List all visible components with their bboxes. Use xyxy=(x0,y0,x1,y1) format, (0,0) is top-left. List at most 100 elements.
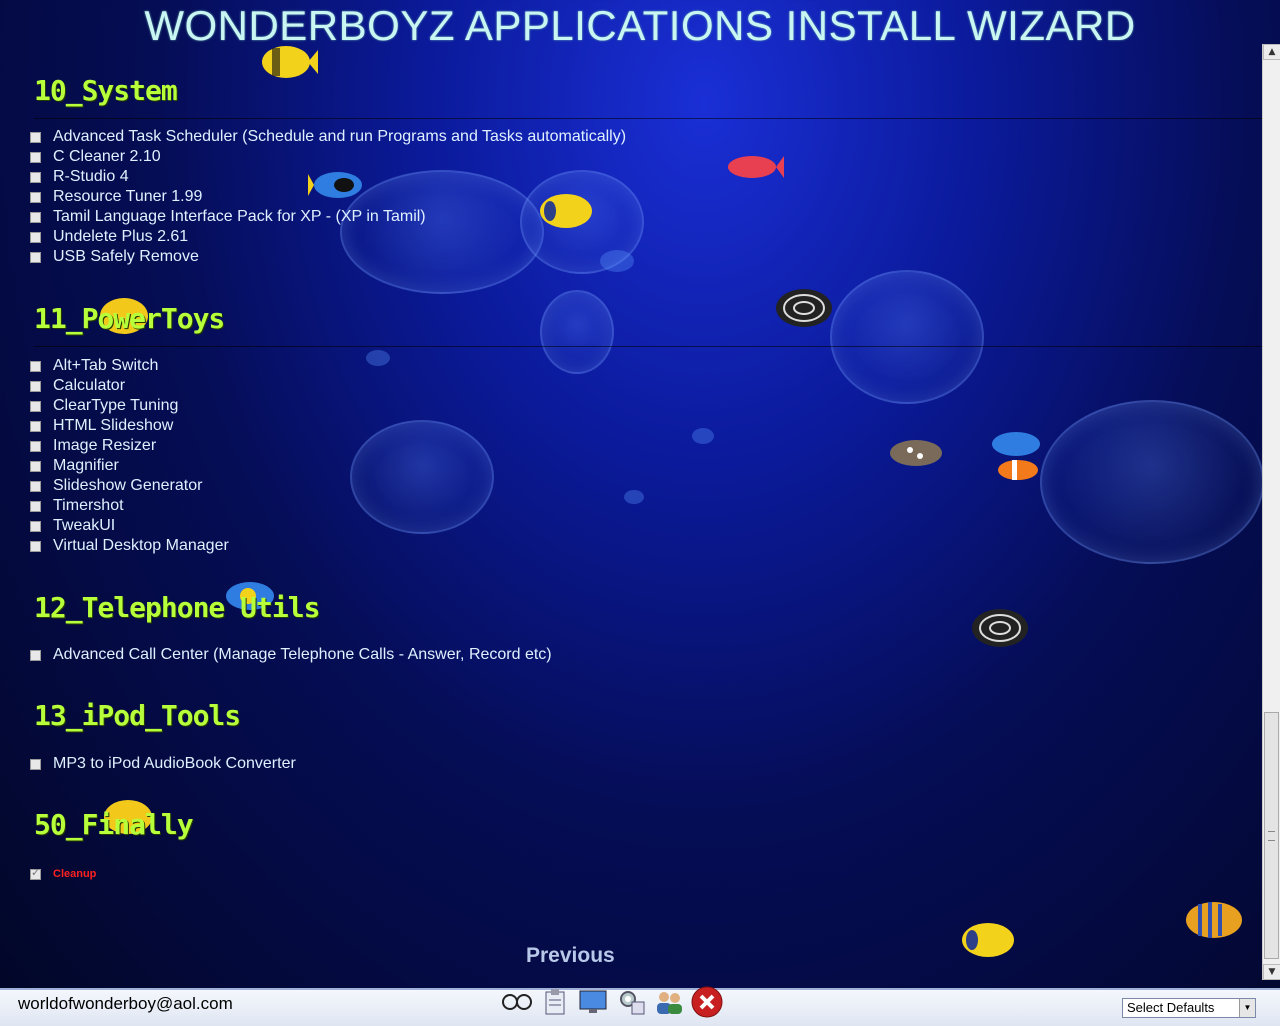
list-item[interactable]: Resource Tuner 1.99 xyxy=(30,187,202,207)
checkbox[interactable] xyxy=(30,758,41,770)
fish-icon xyxy=(308,172,362,198)
checkbox[interactable] xyxy=(30,131,41,143)
item-label: R-Studio 4 xyxy=(53,168,129,185)
item-label: Image Resizer xyxy=(53,437,157,454)
list-item[interactable]: Undelete Plus 2.61 xyxy=(30,227,188,247)
page-title: WONDERBOYZ APPLICATIONS INSTALL WIZARD xyxy=(144,2,1136,49)
checkbox[interactable] xyxy=(30,400,41,412)
checkbox[interactable] xyxy=(30,380,41,392)
list-item[interactable]: HTML Slideshow xyxy=(30,416,173,436)
section-divider xyxy=(34,346,1262,347)
chevron-down-icon[interactable]: ▼ xyxy=(1239,999,1255,1017)
item-label: Magnifier xyxy=(53,457,119,474)
defaults-select-value: Select Defaults xyxy=(1127,1000,1215,1015)
checkbox[interactable] xyxy=(30,649,41,661)
checkbox[interactable] xyxy=(30,211,41,223)
toolbar xyxy=(500,984,724,1020)
vertical-scrollbar[interactable]: ▲ ▼ xyxy=(1262,44,1280,980)
jellyfish-decoration xyxy=(340,170,544,294)
item-label: Tamil Language Interface Pack for XP - (… xyxy=(53,208,426,225)
item-label: MP3 to iPod AudioBook Converter xyxy=(53,755,296,772)
bubble-decoration xyxy=(624,490,644,504)
item-label: Undelete Plus 2.61 xyxy=(53,228,189,245)
item-label: HTML Slideshow xyxy=(53,417,174,434)
item-label: Advanced Call Center (Manage Telephone C… xyxy=(53,646,552,663)
checkbox[interactable] xyxy=(30,251,41,263)
item-label: Timershot xyxy=(53,497,124,514)
list-item[interactable]: Advanced Task Scheduler (Schedule and ru… xyxy=(30,127,626,147)
fish-icon xyxy=(1186,902,1242,938)
jellyfish-decoration xyxy=(540,290,614,374)
list-item[interactable]: Alt+Tab Switch xyxy=(30,356,158,376)
item-label: C Cleaner 2.10 xyxy=(53,148,161,165)
item-label: ClearType Tuning xyxy=(53,397,179,414)
bottom-bar: worldofwonderboy@aol.com Select Defaults… xyxy=(0,986,1280,1026)
section-divider xyxy=(34,118,1262,119)
users-icon[interactable] xyxy=(652,985,686,1019)
list-item[interactable]: TweakUI xyxy=(30,516,115,536)
jellyfish-decoration xyxy=(830,270,984,404)
list-item: Cleanup xyxy=(30,864,96,884)
fish-icon xyxy=(776,289,832,327)
list-item[interactable]: Timershot xyxy=(30,496,124,516)
contact-email[interactable]: worldofwonderboy@aol.com xyxy=(18,994,233,1014)
list-item[interactable]: ClearType Tuning xyxy=(30,396,178,416)
list-item[interactable]: USB Safely Remove xyxy=(30,247,199,267)
list-item[interactable]: Advanced Call Center (Manage Telephone C… xyxy=(30,645,552,665)
list-item[interactable]: Tamil Language Interface Pack for XP - (… xyxy=(30,207,426,227)
close-icon[interactable] xyxy=(690,985,724,1019)
list-item[interactable]: Magnifier xyxy=(30,456,119,476)
list-item[interactable]: Image Resizer xyxy=(30,436,156,456)
scroll-down-button[interactable]: ▼ xyxy=(1263,964,1280,980)
checkbox[interactable] xyxy=(30,520,41,532)
bubble-decoration xyxy=(600,250,634,272)
checkbox[interactable] xyxy=(30,420,41,432)
item-label: USB Safely Remove xyxy=(53,248,199,265)
bubble-decoration xyxy=(366,350,390,366)
list-item[interactable]: MP3 to iPod AudioBook Converter xyxy=(30,754,296,774)
scroll-up-button[interactable]: ▲ xyxy=(1263,44,1280,60)
list-item[interactable]: Slideshow Generator xyxy=(30,476,202,496)
scroll-thumb[interactable] xyxy=(1264,712,1279,959)
checkbox[interactable] xyxy=(30,540,41,552)
fish-icon xyxy=(972,609,1028,647)
item-label: Advanced Task Scheduler (Schedule and ru… xyxy=(53,128,627,145)
item-label: TweakUI xyxy=(53,517,116,534)
item-label: Resource Tuner 1.99 xyxy=(53,188,203,205)
list-item[interactable]: Calculator xyxy=(30,376,125,396)
list-item[interactable]: C Cleaner 2.10 xyxy=(30,147,161,167)
checkbox[interactable] xyxy=(30,191,41,203)
defaults-select[interactable]: Select Defaults ▼ xyxy=(1122,998,1256,1018)
checkbox-checked-disabled xyxy=(30,866,41,880)
grip-icon xyxy=(1268,831,1275,841)
settings-icon[interactable] xyxy=(614,985,648,1019)
checkbox[interactable] xyxy=(30,151,41,163)
checkbox[interactable] xyxy=(30,500,41,512)
section-title-finally: 50_Finally xyxy=(34,808,194,841)
checkbox[interactable] xyxy=(30,231,41,243)
item-label: Virtual Desktop Manager xyxy=(53,537,229,554)
fish-icon xyxy=(728,156,784,178)
list-item[interactable]: Virtual Desktop Manager xyxy=(30,536,229,556)
fish-icon xyxy=(992,432,1040,480)
list-item[interactable]: R-Studio 4 xyxy=(30,167,129,187)
glasses-icon[interactable] xyxy=(500,985,534,1019)
fish-icon xyxy=(890,440,942,466)
checkbox[interactable] xyxy=(30,440,41,452)
checkbox[interactable] xyxy=(30,171,41,183)
clipboard-icon[interactable] xyxy=(538,985,572,1019)
item-label: Calculator xyxy=(53,377,126,394)
jellyfish-decoration xyxy=(350,420,494,534)
previous-button[interactable]: Previous xyxy=(526,944,615,968)
wizard-page: WONDERBOYZ APPLICATIONS INSTALL WIZARD 1… xyxy=(0,0,1262,988)
section-title-system: 10_System xyxy=(34,74,178,107)
section-title-powertoys: 11_PowerToys xyxy=(34,302,225,335)
checkbox[interactable] xyxy=(30,460,41,472)
jellyfish-decoration xyxy=(1040,400,1262,564)
monitor-icon[interactable] xyxy=(576,985,610,1019)
item-label: Cleanup xyxy=(53,868,97,880)
section-title-telephone-utils: 12_Telephone Utils xyxy=(34,591,320,624)
fish-icon xyxy=(962,923,1014,957)
checkbox[interactable] xyxy=(30,360,41,372)
checkbox[interactable] xyxy=(30,480,41,492)
